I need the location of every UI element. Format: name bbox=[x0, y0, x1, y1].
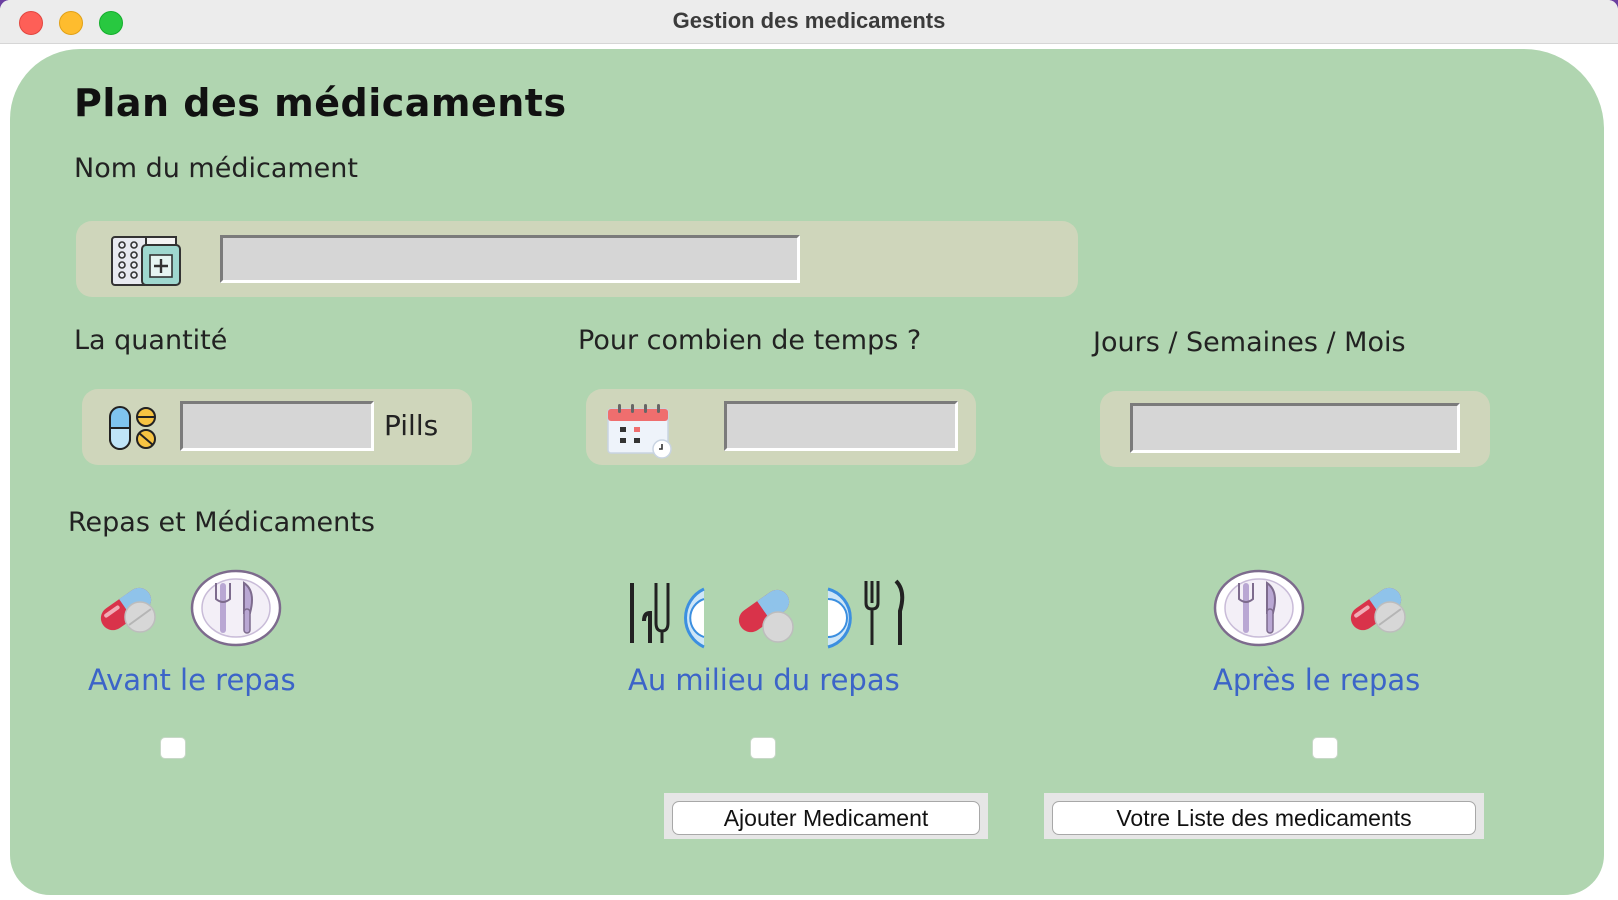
page-title: Plan des médicaments bbox=[74, 81, 567, 125]
medicine-name-input[interactable] bbox=[220, 235, 800, 283]
quantity-input[interactable] bbox=[180, 401, 374, 451]
add-medicine-button[interactable]: Ajouter Medicament bbox=[672, 801, 980, 835]
before-meal-label: Avant le repas bbox=[88, 663, 296, 697]
during-meal-checkbox[interactable] bbox=[750, 737, 776, 759]
meals-section-label: Repas et Médicaments bbox=[68, 507, 375, 538]
quantity-unit-label: Pills bbox=[384, 409, 439, 442]
capsule-icon bbox=[1350, 587, 1406, 633]
window-title: Gestion des medicaments bbox=[672, 8, 946, 33]
calendar-icon bbox=[607, 404, 672, 459]
medicine-list-button[interactable]: Votre Liste des medicaments bbox=[1052, 801, 1476, 835]
app-window: Gestion des medicaments Plan des médicam… bbox=[0, 0, 1618, 900]
after-meal-checkbox[interactable] bbox=[1312, 737, 1338, 759]
name-label: Nom du médicament bbox=[74, 153, 358, 184]
plate-cutlery-icon bbox=[1213, 569, 1305, 647]
name-field-container bbox=[76, 221, 1078, 297]
capsule-pills-icon bbox=[109, 406, 156, 450]
period-field-container bbox=[1100, 391, 1490, 467]
period-input[interactable] bbox=[1130, 403, 1460, 453]
content-area: Plan des médicaments Nom du médicament L… bbox=[0, 45, 1618, 900]
title-bar: Gestion des medicaments bbox=[0, 0, 1618, 44]
duration-input[interactable] bbox=[724, 401, 958, 451]
add-medicine-button-frame: Ajouter Medicament bbox=[664, 793, 988, 839]
during-meal-label: Au milieu du repas bbox=[628, 663, 900, 697]
pill-box-icon bbox=[111, 236, 181, 286]
cutlery-plate-icon bbox=[630, 579, 905, 649]
quantity-field-container: Pills bbox=[82, 389, 472, 465]
form-panel: Plan des médicaments Nom du médicament L… bbox=[10, 49, 1604, 895]
medicine-list-button-frame: Votre Liste des medicaments bbox=[1044, 793, 1484, 839]
period-label: Jours / Semaines / Mois bbox=[1093, 327, 1406, 358]
plate-cutlery-icon bbox=[190, 569, 282, 647]
quantity-label: La quantité bbox=[74, 325, 228, 356]
duration-label: Pour combien de temps ? bbox=[578, 325, 922, 356]
capsule-icon bbox=[100, 587, 156, 633]
before-meal-checkbox[interactable] bbox=[160, 737, 186, 759]
duration-field-container bbox=[586, 389, 976, 465]
after-meal-label: Après le repas bbox=[1213, 663, 1421, 697]
